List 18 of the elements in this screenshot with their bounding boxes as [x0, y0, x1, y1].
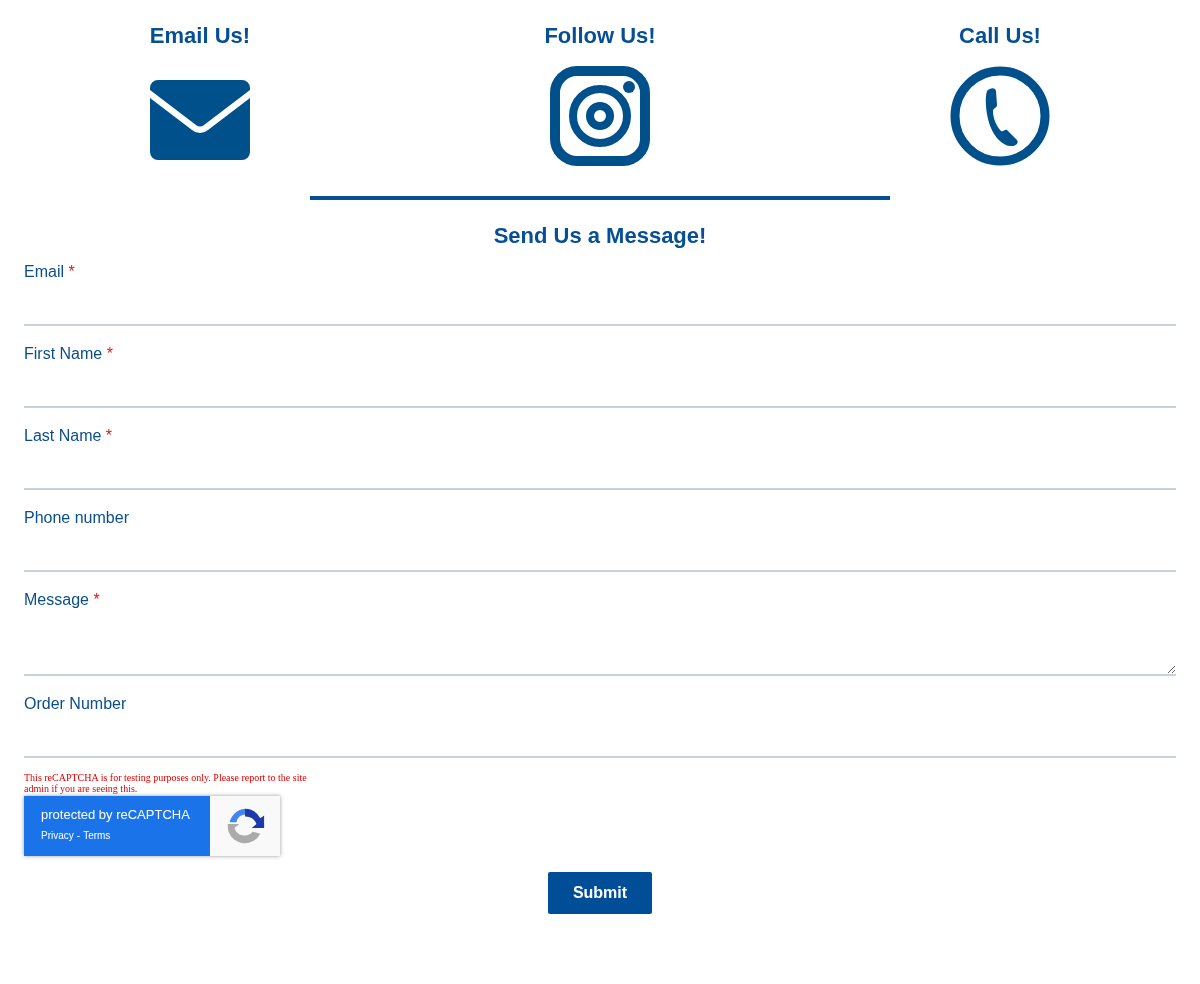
- field-label: Message *: [24, 590, 101, 610]
- recaptcha-warning: This reCAPTCHA is for testing purposes only. Please report to the site admin if you are seeing this.: [24, 772, 308, 794]
- form-heading: Send Us a Message!: [492, 222, 708, 250]
- instagram-icon[interactable]: [550, 66, 650, 166]
- recaptcha-text: protected by reCAPTCHA: [41, 807, 191, 823]
- contact-heading: Call Us!: [958, 22, 1042, 50]
- privacy-link[interactable]: Privacy: [41, 828, 74, 843]
- contact-heading: Follow Us!: [543, 22, 657, 50]
- phone-icon[interactable]: [950, 66, 1050, 166]
- contact-heading: Email Us!: [148, 22, 252, 50]
- field-label: Phone number: [24, 508, 130, 528]
- field-label: Last Name *: [24, 426, 114, 446]
- terms-link[interactable]: Terms: [83, 828, 111, 843]
- submit-button[interactable]: Submit: [548, 872, 652, 914]
- link-separator: -: [76, 829, 81, 843]
- field-label: First Name *: [24, 344, 114, 364]
- field-label: Email *: [24, 262, 76, 282]
- field-label: Order Number: [24, 694, 128, 714]
